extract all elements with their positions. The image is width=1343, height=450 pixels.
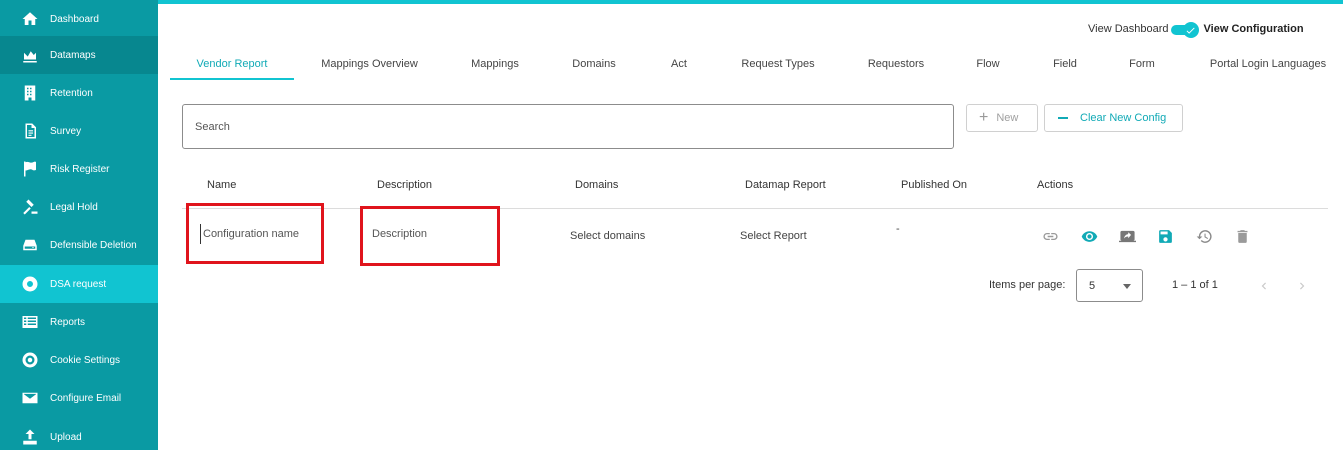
trash-icon[interactable]	[1233, 227, 1251, 245]
table-header-divider	[182, 208, 1328, 209]
tab-mappings[interactable]: Mappings	[454, 47, 536, 80]
tab-field[interactable]: Field	[1043, 47, 1087, 80]
drive-icon	[21, 236, 39, 254]
list-icon	[21, 313, 39, 331]
view-toggle: View Dashboard View Configuration	[1088, 19, 1304, 39]
previous-page-button[interactable]	[1256, 277, 1272, 295]
report-select[interactable]: Select Report	[740, 230, 807, 242]
document-icon	[21, 122, 39, 140]
sidebar-item-dashboard[interactable]: Dashboard	[0, 0, 158, 38]
envelope-icon	[21, 389, 39, 407]
column-header-domains: Domains	[575, 179, 619, 191]
sidebar: Dashboard Datamaps Retention Survey Risk…	[0, 0, 158, 450]
search-input[interactable]	[195, 117, 935, 137]
top-accent-bar	[158, 0, 1343, 4]
column-header-datamap-report: Datamap Report	[745, 179, 826, 191]
sidebar-item-label: Defensible Deletion	[50, 239, 137, 251]
description-input[interactable]	[372, 224, 492, 244]
sidebar-item-configure-email[interactable]: Configure Email	[0, 379, 158, 417]
chevron-right-icon	[1300, 282, 1305, 290]
lifebuoy-icon	[21, 275, 39, 293]
view-toggle-switch[interactable]	[1170, 22, 1201, 38]
eye-icon[interactable]	[1080, 227, 1098, 245]
sidebar-item-label: Dashboard	[50, 13, 99, 25]
tab-form[interactable]: Form	[1120, 47, 1164, 80]
link-icon[interactable]	[1041, 227, 1059, 245]
new-button-label: New	[996, 112, 1019, 124]
sidebar-item-label: DSA request	[50, 278, 107, 290]
active-tab-indicator	[170, 78, 294, 80]
sidebar-item-label: Configure Email	[50, 392, 122, 404]
items-per-page-value: 5	[1089, 280, 1096, 292]
published-on-value: -	[896, 223, 900, 235]
sidebar-item-label: Risk Register	[50, 163, 110, 175]
gear-icon	[21, 351, 39, 369]
home-icon	[21, 10, 39, 28]
items-per-page-label: Items per page:	[989, 279, 1066, 291]
sidebar-item-upload[interactable]: Upload	[0, 418, 158, 450]
clear-button-label: Clear New Config	[1080, 112, 1167, 124]
column-header-name: Name	[207, 179, 237, 191]
sidebar-item-label: Survey	[50, 125, 82, 137]
caret-down-icon	[1123, 284, 1131, 289]
screen-share-icon[interactable]	[1118, 227, 1136, 245]
sidebar-item-defensible-deletion[interactable]: Defensible Deletion	[0, 226, 158, 264]
tab-vendor-report[interactable]: Vendor Report	[170, 47, 294, 80]
tab-requestors[interactable]: Requestors	[856, 47, 936, 80]
view-configuration-label: View Configuration	[1203, 23, 1304, 35]
tab-mappings-overview[interactable]: Mappings Overview	[308, 47, 431, 80]
tab-flow[interactable]: Flow	[966, 47, 1010, 80]
sidebar-item-label: Upload	[50, 431, 82, 443]
config-tabs: Vendor Report Mappings Overview Mappings…	[158, 47, 1343, 80]
building-icon	[21, 84, 39, 102]
domains-select[interactable]: Select domains	[570, 230, 645, 242]
sidebar-item-survey[interactable]: Survey	[0, 112, 158, 150]
sidebar-item-reports[interactable]: Reports	[0, 303, 158, 341]
new-button[interactable]: + New	[966, 104, 1038, 132]
next-page-button[interactable]	[1294, 277, 1310, 295]
toggle-thumb	[1182, 22, 1199, 38]
configuration-name-input[interactable]	[200, 224, 318, 244]
minus-icon	[1058, 117, 1068, 119]
search-field[interactable]	[182, 104, 954, 149]
tab-request-types[interactable]: Request Types	[728, 47, 828, 80]
sidebar-item-label: Datamaps	[50, 49, 96, 61]
flag-icon	[21, 160, 39, 178]
column-header-published-on: Published On	[901, 179, 968, 191]
sidebar-item-legal-hold[interactable]: Legal Hold	[0, 188, 158, 226]
sidebar-item-label: Retention	[50, 87, 93, 99]
history-icon[interactable]	[1195, 227, 1213, 245]
sidebar-item-cookie-settings[interactable]: Cookie Settings	[0, 341, 158, 379]
tab-portal-login-languages[interactable]: Portal Login Languages	[1200, 47, 1336, 80]
column-header-description: Description	[377, 179, 433, 191]
tab-domains[interactable]: Domains	[558, 47, 630, 80]
view-dashboard-label: View Dashboard	[1088, 23, 1169, 35]
sidebar-item-label: Reports	[50, 316, 86, 328]
plus-icon: +	[979, 109, 989, 126]
page-range-label: 1 – 1 of 1	[1172, 279, 1218, 291]
check-icon	[1186, 27, 1195, 34]
area-chart-icon	[21, 46, 39, 64]
app-root: Dashboard Datamaps Retention Survey Risk…	[0, 0, 1343, 450]
save-icon[interactable]	[1156, 227, 1174, 245]
sidebar-item-retention[interactable]: Retention	[0, 74, 158, 112]
upload-icon	[21, 428, 39, 446]
sidebar-item-label: Legal Hold	[50, 201, 98, 213]
tab-act[interactable]: Act	[658, 47, 700, 80]
sidebar-item-label: Cookie Settings	[50, 354, 121, 366]
sidebar-item-datamaps[interactable]: Datamaps	[0, 36, 158, 74]
chevron-left-icon	[1261, 282, 1266, 290]
gavel-icon	[21, 198, 39, 216]
sidebar-item-dsa-request[interactable]: DSA request	[0, 265, 158, 303]
clear-new-config-button[interactable]: Clear New Config	[1044, 104, 1183, 132]
items-per-page-select[interactable]: 5	[1076, 269, 1143, 302]
column-header-actions: Actions	[1037, 179, 1074, 191]
sidebar-item-risk-register[interactable]: Risk Register	[0, 150, 158, 188]
